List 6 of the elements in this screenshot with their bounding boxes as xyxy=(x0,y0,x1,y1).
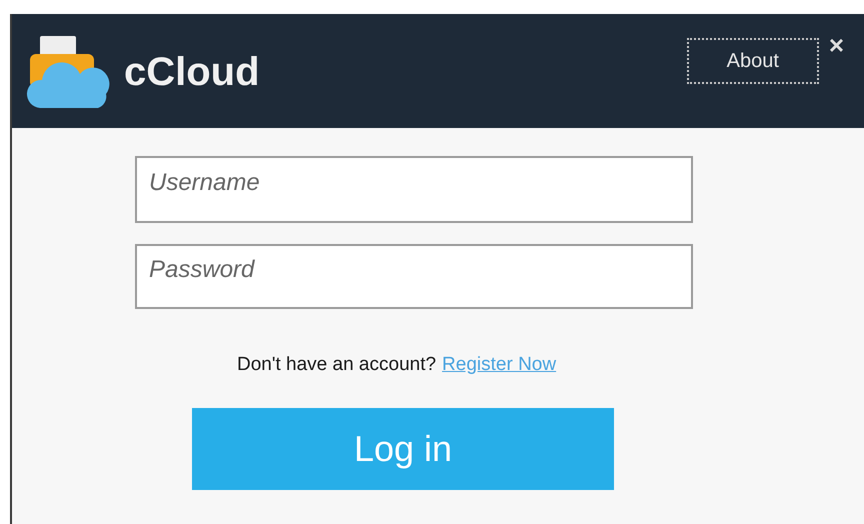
close-button[interactable]: × xyxy=(828,32,844,58)
app-name: cCloud xyxy=(124,52,260,92)
about-button[interactable]: About xyxy=(686,38,819,84)
password-field[interactable]: Password xyxy=(135,244,693,309)
register-prompt: Don't have an account? xyxy=(237,353,436,377)
username-field[interactable]: Username xyxy=(135,156,693,223)
